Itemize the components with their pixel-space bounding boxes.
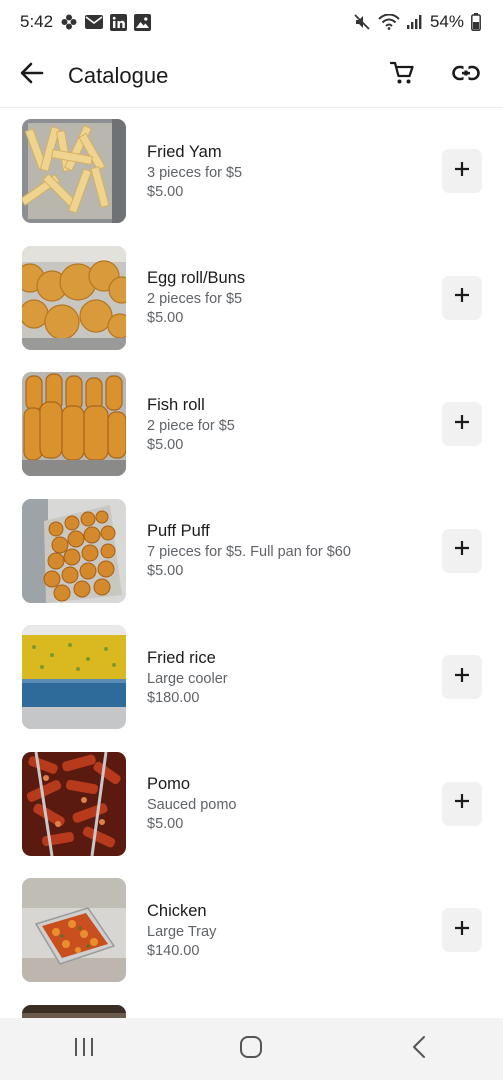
add-to-cart-button[interactable] [442, 402, 482, 447]
item-price: $5.00 [147, 183, 184, 200]
item-name: Chicken [147, 901, 207, 920]
item-text: Puff Puff 7 pieces for $5. Full pan for … [147, 522, 442, 579]
item-text: Egg roll/Buns 2 pieces for $5 $5.00 [147, 269, 442, 326]
cart-button[interactable] [375, 49, 429, 103]
item-name: Puff Puff [147, 522, 210, 541]
item-description: 3 pieces for $5 [147, 164, 243, 181]
back-icon [411, 1035, 427, 1064]
link-icon [452, 65, 480, 86]
item-text: Fried rice Large cooler $180.00 [147, 649, 442, 706]
gallery-icon [134, 13, 152, 31]
item-description: Large cooler [147, 670, 228, 687]
item-text: Pomo Sauced pomo $5.00 [147, 775, 442, 832]
item-name: Pomo [147, 775, 191, 794]
item-name: Fried rice [147, 648, 216, 667]
status-right: 54% [353, 12, 481, 32]
item-text: Fried Yam 3 pieces for $5 $5.00 [147, 143, 442, 200]
battery-icon [471, 13, 481, 31]
egg-roll-photo [22, 245, 126, 350]
page-title: Catalogue [68, 62, 169, 88]
add-to-cart-button[interactable] [442, 781, 482, 826]
recent-apps-icon [72, 1036, 96, 1063]
recent-apps-button[interactable] [54, 1024, 114, 1074]
plus-icon [454, 414, 470, 435]
battery-percent: 54% [429, 12, 464, 31]
pinwheel-icon [60, 13, 78, 31]
catalogue-item-pomo[interactable]: Pomo Sauced pomo $5.00 [0, 741, 503, 868]
item-name: Fish roll [147, 395, 205, 414]
item-text: Fish roll 2 piece for $5 $5.00 [147, 396, 442, 453]
mail-icon [85, 15, 104, 29]
plus-icon [454, 920, 470, 941]
add-to-cart-button[interactable] [442, 528, 482, 573]
puff-puff-photo [22, 498, 126, 603]
item-description: 2 pieces for $5 [147, 291, 243, 308]
home-button[interactable] [221, 1024, 281, 1074]
share-link-button[interactable] [439, 49, 493, 103]
linkedin-icon [110, 13, 128, 31]
item-name: Egg roll/Buns [147, 269, 246, 288]
item-price: $5.00 [147, 436, 184, 453]
signal-icon [406, 15, 423, 29]
catalogue-item-fried-yam[interactable]: Fried Yam 3 pieces for $5 $5.00 [0, 108, 503, 235]
item-description: Large Tray [147, 923, 217, 940]
pomo-photo [22, 751, 126, 856]
catalogue-item-fried-rice[interactable]: Fried rice Large cooler $180.00 [0, 614, 503, 741]
item-text: Chicken Large Tray $140.00 [147, 902, 442, 959]
back-button[interactable] [0, 44, 64, 108]
chicken-photo [22, 878, 126, 983]
catalogue-list: Fried Yam 3 pieces for $5 $5.00 Egg roll… [0, 108, 503, 1018]
partial-item-photo [22, 1004, 126, 1018]
cart-icon [389, 60, 415, 91]
home-icon [239, 1035, 263, 1064]
arrow-back-icon [19, 60, 45, 91]
plus-icon [454, 793, 470, 814]
item-description: 7 pieces for $5. Full pan for $60 [147, 544, 351, 561]
item-name: Fried Yam [147, 142, 222, 161]
status-time: 5:42 [20, 12, 54, 31]
add-to-cart-button[interactable] [442, 149, 482, 194]
add-to-cart-button[interactable] [442, 275, 482, 320]
catalogue-item-fish-roll[interactable]: Fish roll 2 piece for $5 $5.00 [0, 361, 503, 488]
item-description: Sauced pomo [147, 797, 237, 814]
catalogue-item-puff-puff[interactable]: Puff Puff 7 pieces for $5. Full pan for … [0, 488, 503, 615]
system-nav-bar [0, 1018, 503, 1080]
wifi-icon [378, 14, 400, 30]
item-price: $5.00 [147, 310, 184, 327]
fried-rice-photo [22, 625, 126, 730]
item-price: $180.00 [147, 689, 200, 706]
plus-icon [454, 161, 470, 182]
item-price: $140.00 [147, 942, 200, 959]
catalogue-item-chicken[interactable]: Chicken Large Tray $140.00 [0, 867, 503, 994]
add-to-cart-button[interactable] [442, 908, 482, 953]
plus-icon [454, 540, 470, 561]
catalogue-item-egg-roll[interactable]: Egg roll/Buns 2 pieces for $5 $5.00 [0, 235, 503, 362]
fish-roll-photo [22, 372, 126, 477]
plus-icon [454, 667, 470, 688]
add-to-cart-button[interactable] [442, 655, 482, 700]
system-back-button[interactable] [389, 1024, 449, 1074]
mute-icon [353, 13, 371, 31]
app-bar: Catalogue [0, 44, 503, 108]
status-left: 5:42 [20, 12, 152, 32]
fried-yam-photo [22, 119, 126, 224]
item-description: 2 piece for $5 [147, 417, 235, 434]
plus-icon [454, 287, 470, 308]
item-price: $5.00 [147, 816, 184, 833]
status-bar: 5:42 54% [0, 0, 503, 44]
item-price: $5.00 [147, 563, 184, 580]
catalogue-item-partial[interactable] [0, 994, 503, 1018]
